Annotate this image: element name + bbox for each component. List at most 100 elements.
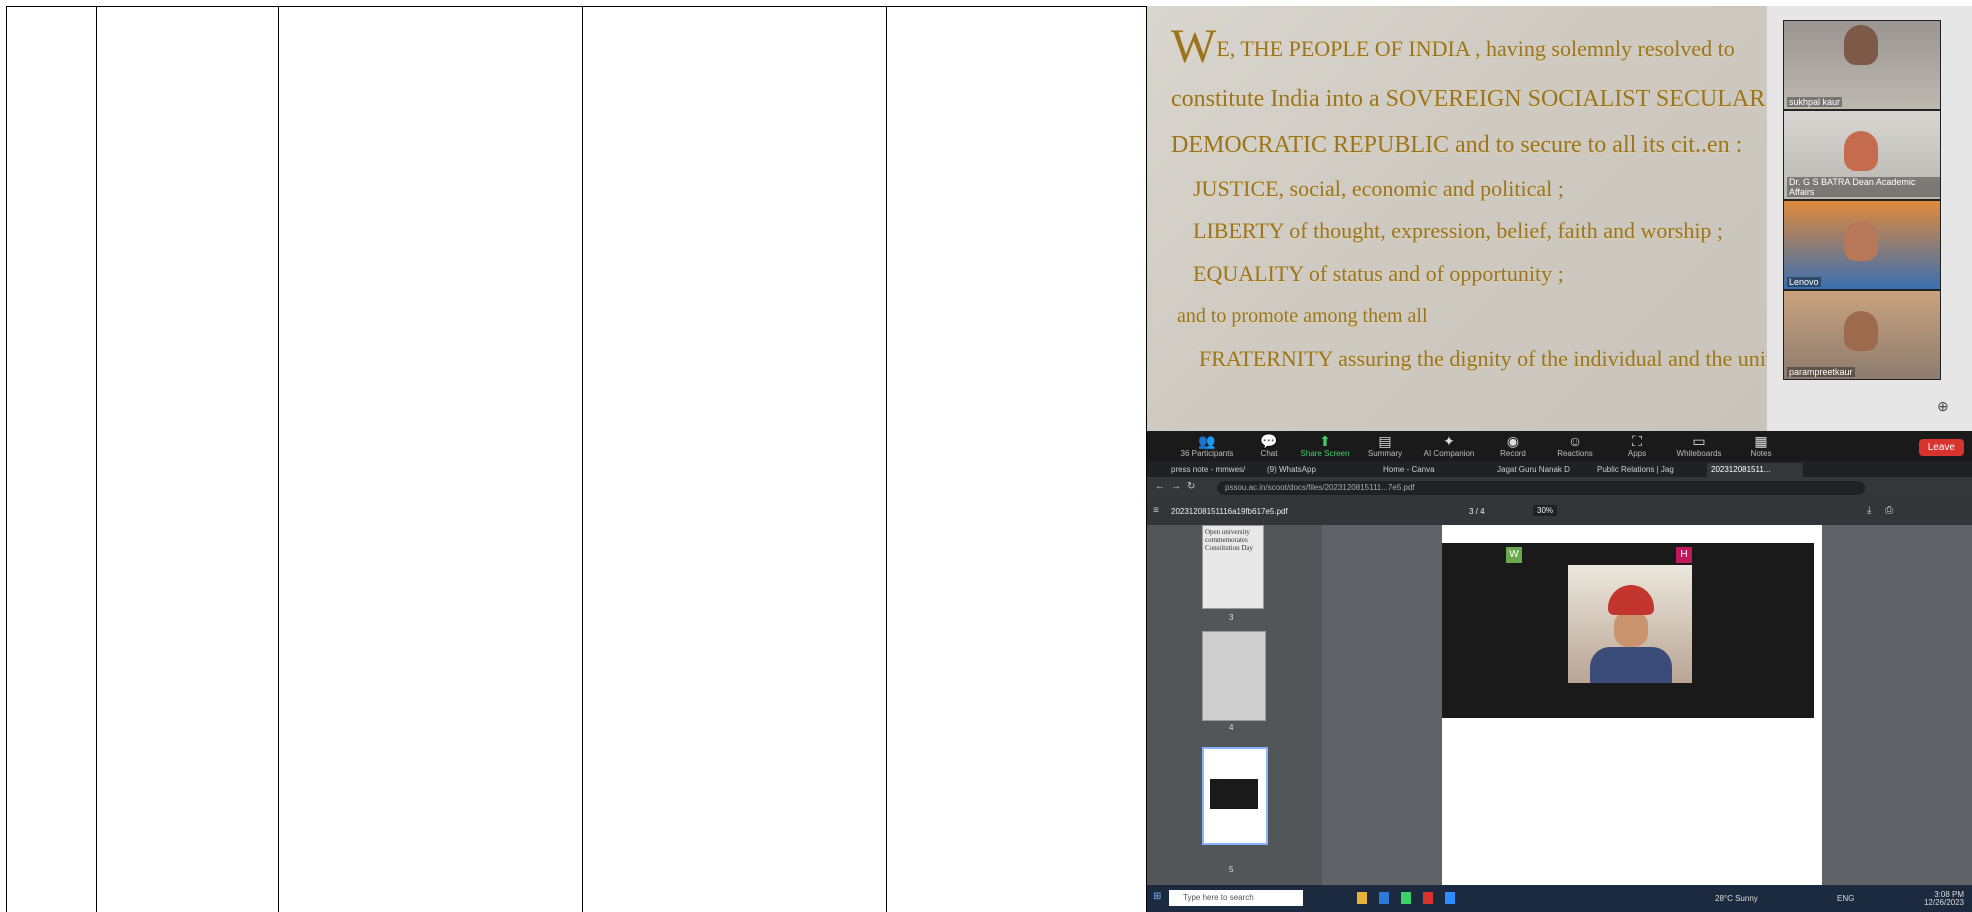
participant-name: Dr. G S BATRA Dean Academic Affairs	[1787, 177, 1940, 197]
participant-video-tile[interactable]: Dr. G S BATRA Dean Academic Affairs	[1783, 110, 1941, 200]
table-column-border	[582, 6, 583, 912]
embedded-meeting-screenshot: W H	[1442, 543, 1814, 718]
url-field[interactable]: pssou.ac.in/scoot/docs/files/20231208151…	[1217, 481, 1865, 495]
speaker-turban	[1608, 585, 1654, 615]
preamble-line: JUSTICE, social, economic and political …	[1193, 175, 1564, 201]
participants-icon: 👥	[1198, 433, 1216, 449]
preamble-text: WE, THE PEOPLE OF INDIA , having solemnl…	[1171, 16, 1783, 373]
leave-button[interactable]: Leave	[1918, 439, 1964, 456]
preamble-line: LIBERTY of thought, expression, belief, …	[1193, 218, 1724, 244]
table-column-border	[6, 6, 7, 912]
file-explorer-icon[interactable]	[1357, 892, 1367, 904]
whiteboards-button[interactable]: ▭ Whiteboards	[1669, 433, 1729, 458]
back-icon[interactable]: ←	[1155, 481, 1165, 492]
pdf-thumbnail-selected[interactable]	[1202, 747, 1268, 845]
weather-widget[interactable]: 28°C Sunny	[1715, 894, 1758, 903]
table-top-border	[6, 6, 1146, 7]
reload-icon[interactable]: ↻	[1187, 481, 1195, 492]
chat-button[interactable]: 💬 Chat	[1239, 433, 1299, 458]
participant-letter-tile: H	[1676, 547, 1692, 563]
edge-icon[interactable]	[1379, 892, 1389, 904]
thumbnail-number: 5	[1229, 865, 1234, 874]
pdf-thumbnail[interactable]	[1202, 631, 1266, 721]
summary-icon: ▤	[1378, 433, 1392, 449]
participants-button[interactable]: 👥 36 Participants	[1177, 433, 1237, 458]
participants-count: 36	[1180, 449, 1190, 458]
language-indicator[interactable]: ENG	[1837, 894, 1854, 903]
ai-companion-button[interactable]: ✦ AI Companion	[1419, 433, 1479, 458]
participant-name: sukhpal kaur	[1787, 97, 1843, 107]
ai-companion-label: AI Companion	[1423, 449, 1475, 458]
evidence-photo-cell: WE, THE PEOPLE OF INDIA , having solemnl…	[1147, 6, 1972, 912]
participant-avatar	[1844, 131, 1878, 171]
whiteboards-label: Whiteboards	[1676, 449, 1722, 458]
browser-tab-active[interactable]: 202312081511...	[1707, 463, 1803, 477]
preamble-line: EQUALITY of status and of opportunity ;	[1193, 260, 1564, 286]
participant-avatar	[1844, 221, 1878, 261]
ai-companion-icon: ✦	[1443, 433, 1455, 449]
participant-avatar	[1844, 25, 1878, 65]
preamble-initial: W	[1171, 20, 1217, 73]
browser-tab[interactable]: (9) WhatsApp	[1263, 463, 1359, 477]
preamble-line: E, THE PEOPLE OF INDIA , having solemnly…	[1216, 36, 1735, 61]
zoom-in-icon[interactable]: ⊕	[1937, 398, 1949, 415]
summary-label: Summary	[1367, 449, 1403, 458]
notes-icon: ▦	[1754, 433, 1768, 449]
start-icon[interactable]: ⊞	[1153, 891, 1161, 902]
address-bar-row: ← → ↻ pssou.ac.in/scoot/docs/files/20231…	[1147, 477, 1972, 499]
pdf-thumbnail-sidebar: Open university commemorates Constitutio…	[1147, 525, 1322, 885]
pdf-page: W H	[1442, 525, 1822, 885]
participant-video-tile[interactable]: parampreetkaur	[1783, 290, 1941, 380]
table-column-border	[278, 6, 279, 912]
chat-label: Chat	[1260, 449, 1278, 458]
reactions-button[interactable]: ☺ Reactions	[1545, 433, 1605, 458]
participant-letter-tile: W	[1506, 547, 1522, 563]
zoom-icon[interactable]	[1445, 892, 1455, 904]
whatsapp-icon[interactable]	[1401, 892, 1411, 904]
chat-icon: 💬	[1260, 433, 1278, 449]
taskbar-search[interactable]: Type here to search	[1169, 890, 1303, 906]
speaker-shirt	[1590, 647, 1672, 683]
chrome-icon[interactable]	[1423, 892, 1433, 904]
browser-tab[interactable]: Public Relations | Jag	[1593, 463, 1689, 477]
download-icon[interactable]: ⤓	[1867, 505, 1871, 516]
preamble-line: DEMOCRATIC REPUBLIC and to secure to all…	[1171, 131, 1743, 158]
clock-date: 12/26/2023	[1923, 898, 1964, 907]
participants-label: Participants	[1191, 449, 1234, 458]
browser-tab[interactable]: press note - mmwes/	[1167, 463, 1263, 477]
record-icon: ◉	[1506, 433, 1520, 449]
clock[interactable]: 3:08 PM 12/26/2023	[1924, 891, 1964, 907]
pdf-zoom-value[interactable]: 30%	[1533, 505, 1558, 516]
share-screen-button[interactable]: ⬆ Share Screen	[1295, 433, 1355, 458]
preamble-line: FRATERNITY assuring the dignity of the i…	[1199, 345, 1783, 371]
whiteboards-icon: ▭	[1692, 433, 1706, 449]
pdf-thumbnail[interactable]: Open university commemorates Constitutio…	[1202, 525, 1264, 609]
apps-label: Apps	[1627, 449, 1647, 458]
share-screen-label: Share Screen	[1300, 449, 1350, 458]
apps-icon: ⛶	[1632, 433, 1642, 449]
reactions-icon: ☺	[1567, 433, 1583, 449]
record-button[interactable]: ◉ Record	[1483, 433, 1543, 458]
pdf-title: 20231208151116a19fb617e5.pdf	[1171, 507, 1288, 516]
record-label: Record	[1500, 449, 1526, 458]
apps-button[interactable]: ⛶ Apps	[1607, 433, 1667, 458]
browser-tab-strip: press note - mmwes/ (9) WhatsApp Home - …	[1147, 461, 1972, 477]
browser-tab[interactable]: Jagat Guru Nanak D	[1493, 463, 1589, 477]
thumbnail-headline: Open university commemorates Constitutio…	[1205, 528, 1254, 552]
pdf-page-indicator[interactable]: 3 / 4	[1469, 507, 1485, 516]
print-icon[interactable]: ⎙	[1885, 505, 1893, 516]
participant-avatar	[1844, 311, 1878, 351]
windows-taskbar: ⊞ Type here to search 28°C Sunny ENG 3:0…	[1147, 885, 1972, 912]
browser-tab[interactable]: Home - Canva	[1379, 463, 1475, 477]
table-column-border	[96, 6, 97, 912]
summary-button[interactable]: ▤ Summary	[1355, 433, 1415, 458]
participant-video-tile[interactable]: Lenovo	[1783, 200, 1941, 290]
speaker-face	[1614, 611, 1648, 647]
menu-icon[interactable]: ≡	[1153, 505, 1159, 516]
pdf-toolbar: ≡ 20231208151116a19fb617e5.pdf 3 / 4 30%…	[1147, 499, 1972, 525]
share-screen-icon: ⬆	[1319, 433, 1331, 449]
participant-name: parampreetkaur	[1787, 367, 1855, 377]
notes-button[interactable]: ▦ Notes	[1731, 433, 1791, 458]
forward-icon[interactable]: →	[1171, 481, 1181, 492]
participant-video-tile[interactable]: sukhpal kaur	[1783, 20, 1941, 110]
